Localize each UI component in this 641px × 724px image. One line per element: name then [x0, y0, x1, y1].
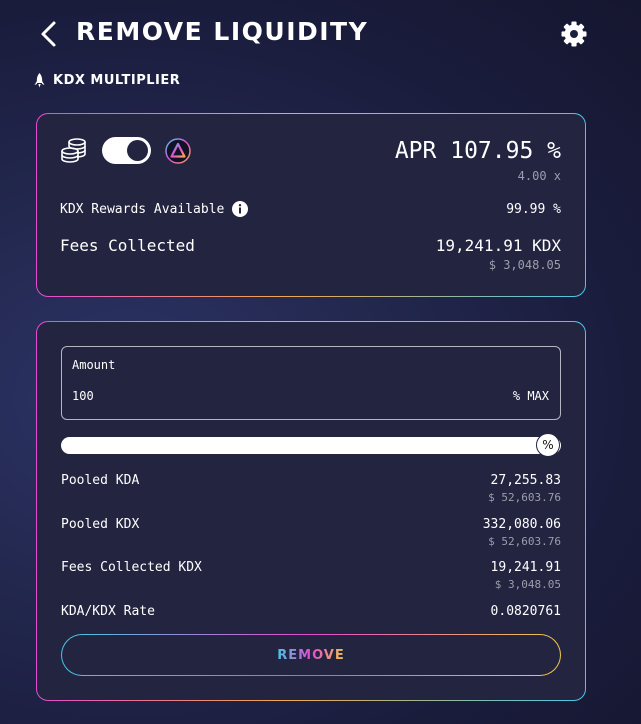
row-label-fees-kdx: Fees Collected KDX	[61, 560, 202, 575]
row-label-rate: KDA/KDX Rate	[61, 604, 155, 619]
rewards-label: KDX Rewards Available	[60, 201, 225, 217]
row-label-pooled-kda: Pooled KDA	[61, 473, 140, 488]
remove-button-label: REMOVE	[277, 647, 345, 663]
fees-usd: $ 3,048.05	[488, 258, 561, 272]
rewards-row: KDX Rewards Available	[60, 201, 249, 217]
multiplier-value: 4.00 x	[517, 169, 561, 183]
back-chevron-icon[interactable]	[38, 20, 60, 48]
gear-icon[interactable]	[560, 20, 588, 48]
amount-field[interactable]: Amount 100 % MAX	[61, 346, 561, 420]
rocket-icon	[34, 72, 45, 87]
apr-value: APR 107.95 %	[394, 138, 561, 164]
slider-handle[interactable]: %	[536, 433, 560, 457]
row-sub-pooled-kda: $ 52,603.76	[488, 491, 561, 504]
multiplier-toggle[interactable]	[102, 137, 151, 164]
multiplier-label: KDX MULTIPLIER	[53, 72, 181, 88]
row-value-rate: 0.0820761	[490, 604, 561, 619]
page-title: REMOVE LIQUIDITY	[76, 17, 369, 46]
amount-slider[interactable]	[61, 437, 561, 454]
amount-label: Amount	[72, 358, 116, 372]
fees-label: Fees Collected	[60, 236, 195, 255]
token-logo-icon	[165, 138, 191, 164]
max-button[interactable]: % MAX	[513, 389, 549, 403]
row-value-pooled-kda: 27,255.83	[490, 473, 561, 488]
row-value-fees-kdx: 19,241.91	[490, 560, 561, 575]
fees-value: 19,241.91 KDX	[435, 236, 561, 255]
coin-stack-icon	[61, 138, 86, 163]
row-sub-fees-kdx: $ 3,048.05	[494, 578, 561, 591]
amount-input[interactable]: 100	[72, 389, 94, 403]
row-label-pooled-kdx: Pooled KDX	[61, 517, 140, 532]
row-sub-pooled-kdx: $ 52,603.76	[488, 535, 561, 548]
remove-button[interactable]: REMOVE	[61, 634, 561, 676]
row-value-pooled-kdx: 332,080.06	[482, 517, 561, 532]
info-icon[interactable]	[232, 201, 249, 217]
rewards-card: APR 107.95 % 4.00 x KDX Rewards Availabl…	[36, 113, 586, 297]
multiplier-row: KDX MULTIPLIER	[34, 71, 180, 89]
remove-card: Amount 100 % MAX % Pooled KDA 27,255.83 …	[36, 321, 586, 701]
rewards-value: 99.99 %	[506, 202, 561, 217]
